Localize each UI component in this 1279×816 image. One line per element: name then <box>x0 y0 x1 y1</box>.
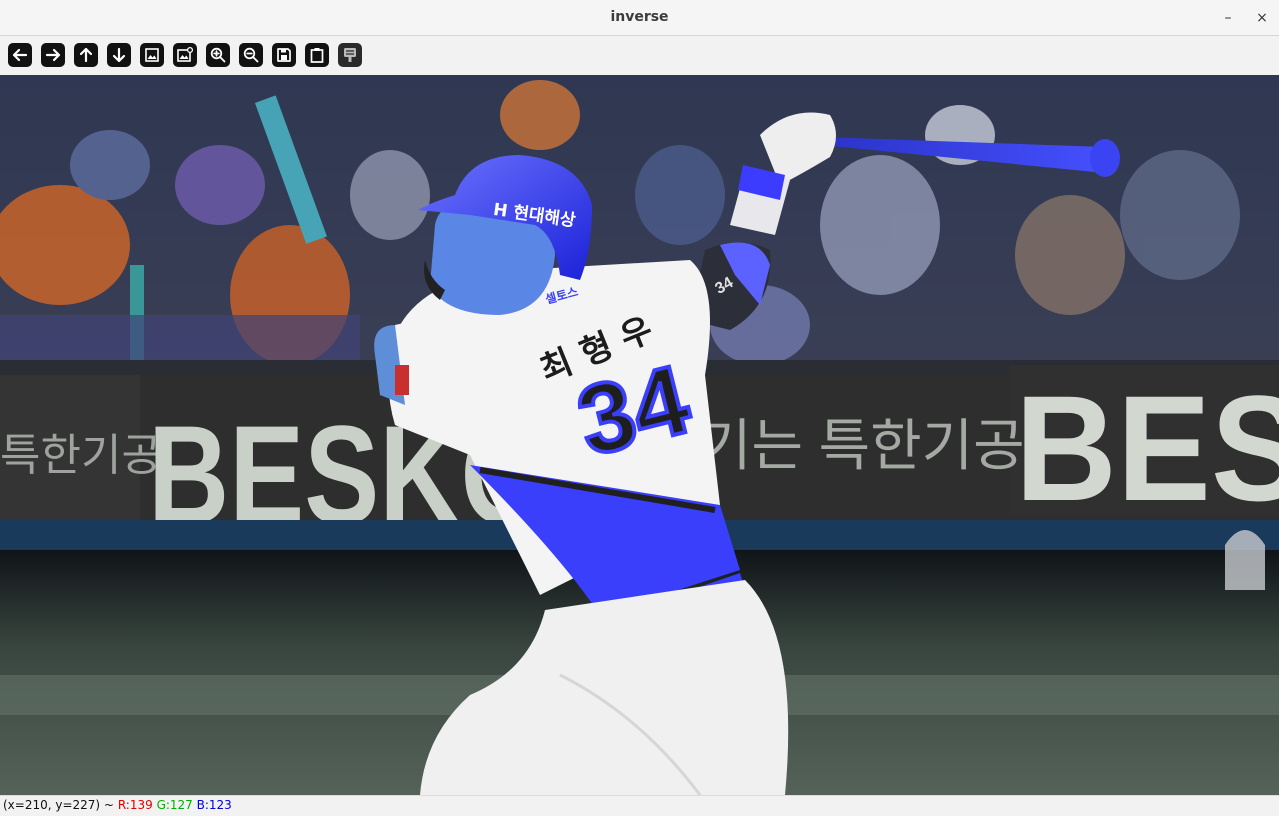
pixel-b-value: B:123 <box>196 798 232 812</box>
arrow-up-button[interactable] <box>74 43 98 67</box>
zoom-in-button[interactable] <box>206 43 230 67</box>
save-icon <box>277 48 291 62</box>
arrow-down-icon <box>112 47 126 63</box>
banner-text-right: BES <box>1015 364 1279 532</box>
image-settings-icon <box>177 46 194 62</box>
image-icon <box>145 48 159 62</box>
minimize-button[interactable]: – <box>1216 6 1240 30</box>
properties-button[interactable] <box>338 43 362 67</box>
cursor-coords: (x=210, y=227) ~ <box>3 798 114 812</box>
pixel-g-value: G:127 <box>156 798 193 812</box>
arrow-left-button[interactable] <box>8 43 32 67</box>
arrow-right-button[interactable] <box>41 43 65 67</box>
banner-korean-right: 기는 특한기공 <box>700 414 1025 477</box>
title-bar: inverse – × <box>0 0 1279 36</box>
clipboard-icon <box>310 48 324 63</box>
close-button[interactable]: × <box>1250 6 1274 30</box>
arrow-up-icon <box>79 47 93 63</box>
zoom-out-icon <box>243 47 259 63</box>
save-button[interactable] <box>272 43 296 67</box>
zoom-out-button[interactable] <box>239 43 263 67</box>
status-bar: (x=210, y=227) ~ R:139 G:127 B:123 <box>0 795 1279 816</box>
image-button[interactable] <box>140 43 164 67</box>
arrow-left-icon <box>12 48 28 62</box>
pixel-r-value: R:139 <box>117 798 153 812</box>
image-canvas[interactable]: 특한기공 BESKO 기는 특한기공 BES H 현대해상 최 형 우 34 셀… <box>0 75 1279 795</box>
arrow-right-icon <box>45 48 61 62</box>
window-title: inverse <box>610 9 669 25</box>
banner-korean-left: 특한기공 <box>0 431 162 480</box>
toolbar <box>0 36 1279 75</box>
arrow-down-button[interactable] <box>107 43 131 67</box>
properties-icon <box>344 48 356 62</box>
image-settings-button[interactable] <box>173 43 197 67</box>
zoom-in-icon <box>210 47 226 63</box>
baseball-photo: 특한기공 BESKO 기는 특한기공 BES H 현대해상 최 형 우 34 셀… <box>0 75 1279 795</box>
clipboard-button[interactable] <box>305 43 329 67</box>
